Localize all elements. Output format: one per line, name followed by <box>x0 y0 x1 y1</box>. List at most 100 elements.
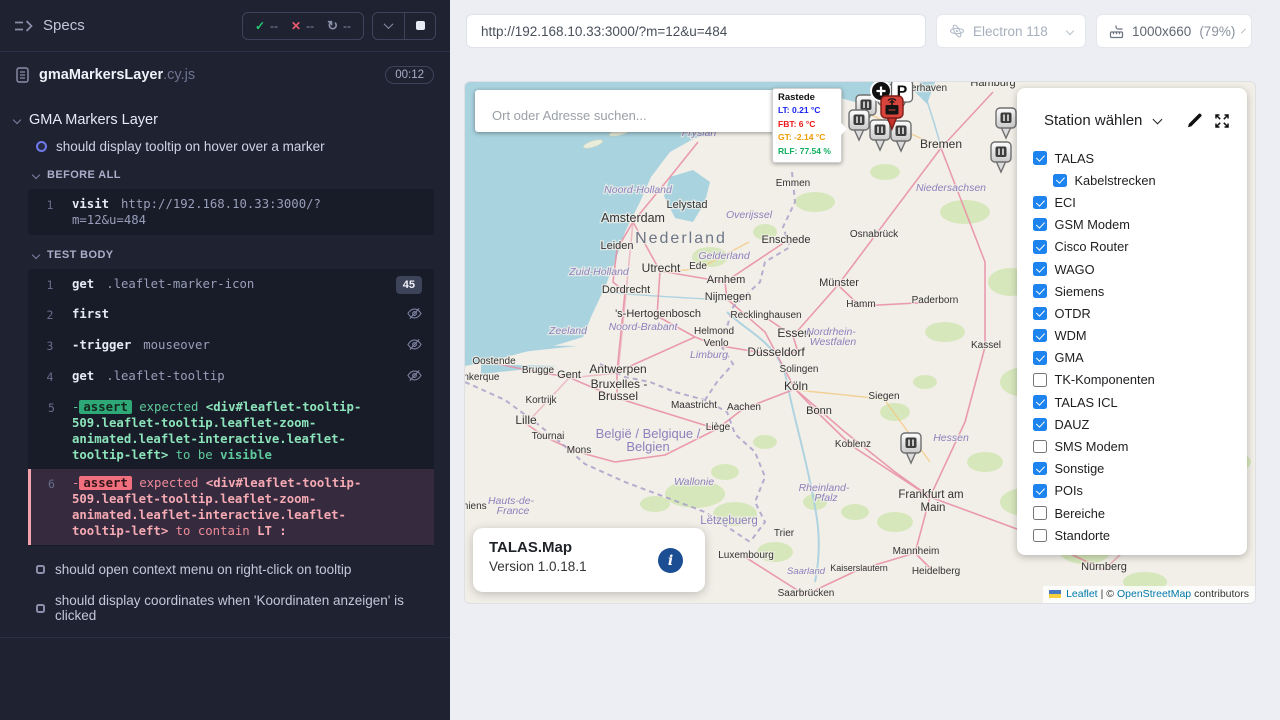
checkbox[interactable] <box>1033 262 1047 276</box>
checkbox[interactable] <box>1033 373 1047 387</box>
assert-failed[interactable]: 6-assert expected <div#leaflet-tooltip-5… <box>28 469 434 545</box>
station-checkbox-row[interactable]: Standorte <box>1033 524 1247 546</box>
map-label: Paderborn <box>912 295 959 306</box>
checkbox[interactable] <box>1033 529 1047 543</box>
map-label: Nederland <box>635 230 727 247</box>
viewport-select[interactable]: 1000x660 (79%) <box>1096 14 1252 48</box>
element-count-badge: 45 <box>396 276 422 294</box>
map-search-box[interactable] <box>475 90 775 132</box>
checkbox[interactable] <box>1033 218 1047 232</box>
pending-test-item[interactable]: should display coordinates when 'Koordin… <box>0 585 450 631</box>
run-controls <box>372 12 436 40</box>
specs-list-icon[interactable] <box>14 19 34 33</box>
checkbox[interactable] <box>1033 329 1047 343</box>
reporter-header: Specs ✓-- ✕-- ↻-- <box>0 0 450 52</box>
checkbox[interactable] <box>1033 395 1047 409</box>
station-checkbox-row[interactable]: DAUZ <box>1033 413 1247 435</box>
checkbox[interactable] <box>1033 307 1047 321</box>
station-checkbox-row[interactable]: SMS Modem <box>1033 435 1247 457</box>
checkbox[interactable] <box>1033 196 1047 210</box>
station-checkbox-row[interactable]: TALAS ICL <box>1033 391 1247 413</box>
test-row[interactable]: should display tooltip on hover over a m… <box>0 134 450 161</box>
station-checkbox-row[interactable]: Siemens <box>1033 280 1247 302</box>
station-checkbox-row[interactable]: ECI <box>1033 191 1247 213</box>
leaflet-link[interactable]: Leaflet <box>1066 588 1098 600</box>
map-label: Helmond <box>694 326 734 337</box>
station-checkbox-row[interactable]: Kabelstrecken <box>1053 169 1247 191</box>
checkbox[interactable] <box>1033 462 1047 476</box>
station-checkbox-row[interactable]: TK-Komponenten <box>1033 369 1247 391</box>
map-label: Noord-Holland <box>604 184 673 196</box>
pending-refresh-icon: ↻ <box>327 18 338 34</box>
edit-pencil-icon[interactable] <box>1186 112 1203 129</box>
checkbox[interactable] <box>1033 440 1047 454</box>
ruler-icon <box>1109 24 1124 39</box>
station-checkbox-row[interactable]: TALAS <box>1033 147 1247 169</box>
checkbox[interactable] <box>1033 484 1047 498</box>
expand-fullscreen-icon[interactable] <box>1214 113 1230 129</box>
station-checkbox-row[interactable]: WAGO <box>1033 258 1247 280</box>
checkbox[interactable] <box>1033 240 1047 254</box>
station-checkbox-row[interactable]: Cisco Router <box>1033 236 1247 258</box>
map-label: Main <box>921 502 946 514</box>
spec-file-row[interactable]: gmaMarkersLayer.cy.js 00:12 <box>0 52 450 98</box>
eye-slash-icon <box>407 368 422 387</box>
section-test-body[interactable]: TEST BODY <box>0 241 450 267</box>
map-label: Wallonie <box>674 476 714 488</box>
pending-tests: should open context menu on right-click … <box>0 554 450 631</box>
checkbox[interactable] <box>1053 174 1067 188</box>
map-label: 's-Hertogenbosch <box>615 308 701 320</box>
map-marker-gray[interactable] <box>901 433 921 463</box>
command-row[interactable]: 1visithttp://192.168.10.33:3000/?m=12&u=… <box>28 190 434 234</box>
chevron-down-icon[interactable] <box>1153 114 1163 124</box>
map-label: Kassel <box>971 340 1001 351</box>
map-marker-gray[interactable] <box>991 142 1011 172</box>
checkbox[interactable] <box>1033 351 1047 365</box>
command-row[interactable]: 1get.leaflet-marker-icon45 <box>28 270 434 300</box>
assert-passed[interactable]: 5-assert expected <div#leaflet-tooltip-5… <box>28 393 434 469</box>
map-label: Solingen <box>780 364 819 375</box>
url-bar[interactable]: http://192.168.10.33:3000/?m=12&u=484 <box>466 14 926 48</box>
map-label: Utrecht <box>642 261 681 275</box>
station-checkbox-row[interactable]: GMA <box>1033 347 1247 369</box>
chevron-down-icon <box>384 19 394 29</box>
test-body-commands: 1get.leaflet-marker-icon452first3-trigge… <box>28 269 434 546</box>
stop-run-button[interactable] <box>404 13 435 39</box>
checkbox[interactable] <box>1033 151 1047 165</box>
checkbox[interactable] <box>1033 418 1047 432</box>
suite-row[interactable]: GMA Markers Layer <box>0 106 450 134</box>
command-row[interactable]: 4get.leaflet-tooltip <box>28 362 434 393</box>
osm-link[interactable]: OpenStreetMap <box>1117 588 1191 600</box>
search-input[interactable] <box>492 108 742 123</box>
specs-label[interactable]: Specs <box>43 17 85 34</box>
map-marker-gray[interactable] <box>996 108 1016 138</box>
station-select-label[interactable]: Station wählen <box>1044 112 1142 129</box>
station-checkbox-row[interactable]: POIs <box>1033 480 1247 502</box>
collapse-all-button[interactable] <box>373 13 404 39</box>
map-marker-gray[interactable] <box>849 110 869 140</box>
station-checkbox-row[interactable]: Bereiche <box>1033 502 1247 524</box>
stat-passed: ✓-- <box>255 19 278 33</box>
ukraine-flag-icon <box>1049 590 1061 598</box>
map-label: Saarland <box>787 566 826 577</box>
station-checkbox-row[interactable]: WDM <box>1033 325 1247 347</box>
checkbox[interactable] <box>1033 506 1047 520</box>
info-icon[interactable]: i <box>658 548 683 573</box>
map-canvas[interactable]: AmsterdamLeidenUtrechtEdeLelystadDordrec… <box>465 82 1255 603</box>
pending-test-item[interactable]: should open context menu on right-click … <box>0 554 450 585</box>
checkbox[interactable] <box>1033 284 1047 298</box>
command-row[interactable]: 2first <box>28 300 434 331</box>
station-checkbox-row[interactable]: Sonstige <box>1033 458 1247 480</box>
browser-select[interactable]: Electron 118 <box>936 14 1086 48</box>
spec-duration-badge: 00:12 <box>385 66 434 84</box>
command-row[interactable]: 3-triggermouseover <box>28 331 434 362</box>
map-marker-gray[interactable] <box>870 120 890 150</box>
section-before-all[interactable]: BEFORE ALL <box>0 161 450 187</box>
map-label: Dunkerque <box>465 372 500 383</box>
eye-slash-icon <box>407 306 422 325</box>
viewport-size: 1000x660 <box>1132 24 1191 39</box>
map-label: Zeeland <box>548 325 588 337</box>
station-checkbox-row[interactable]: OTDR <box>1033 302 1247 324</box>
map-label: Hamburg <box>970 82 1015 89</box>
station-checkbox-row[interactable]: GSM Modem <box>1033 214 1247 236</box>
